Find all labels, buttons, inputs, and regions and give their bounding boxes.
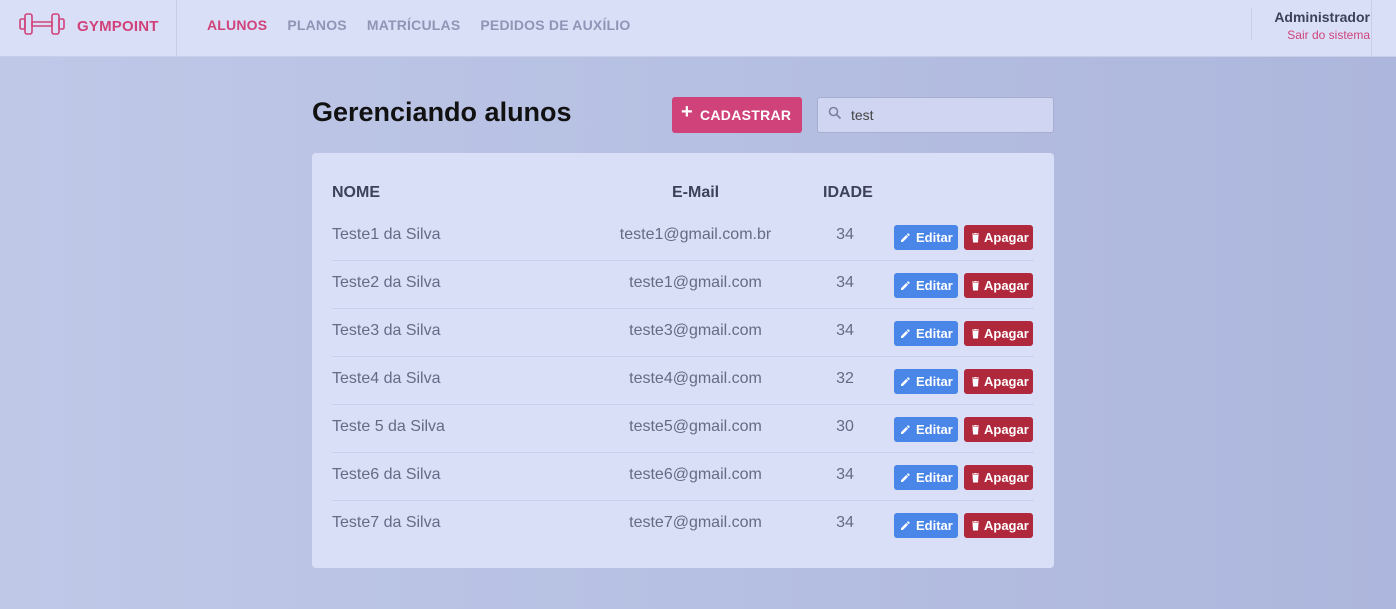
student-age: 32 <box>836 370 854 387</box>
student-email: teste6@gmail.com <box>629 466 762 483</box>
student-age: 34 <box>836 226 854 243</box>
edit-button[interactable]: Editar <box>894 417 958 442</box>
edit-button-label: Editar <box>916 470 953 485</box>
nav-item-planos[interactable]: PLANOS <box>287 17 347 33</box>
student-name: Teste6 da Silva <box>332 466 441 483</box>
header-divider <box>176 0 177 57</box>
pencil-icon <box>900 424 916 435</box>
student-email: teste1@gmail.com.br <box>619 226 772 243</box>
delete-button[interactable]: Apagar <box>964 225 1033 250</box>
student-name: Teste2 da Silva <box>332 274 441 291</box>
table-row: Teste7 da Silva teste7@gmail.com 34 Editar A… <box>332 501 1034 549</box>
column-header-name: NOME <box>332 184 380 201</box>
student-name: Teste4 da Silva <box>332 370 441 387</box>
table-row: Teste6 da Silva teste6@gmail.com 34 Editar A… <box>332 453 1034 501</box>
pencil-icon <box>900 376 916 387</box>
edit-button[interactable]: Editar <box>894 321 958 346</box>
delete-button[interactable]: Apagar <box>964 465 1033 490</box>
student-age: 34 <box>836 322 854 339</box>
nav-item-pedidos-auxilio[interactable]: PEDIDOS DE AUXÍLIO <box>480 17 630 33</box>
table-row: Teste 5 da Silva teste5@gmail.com 30 Editar… <box>332 405 1034 453</box>
delete-button-label: Apagar <box>984 230 1029 245</box>
trash-icon <box>970 280 984 291</box>
user-box: Administrador Sair do sistema <box>1252 9 1370 42</box>
trash-icon <box>970 232 984 243</box>
trash-icon <box>970 376 984 387</box>
top-header: GYMPOINT ALUNOS PLANOS MATRÍCULAS PEDIDO… <box>0 0 1396 57</box>
student-age: 34 <box>836 466 854 483</box>
table-row: Teste4 da Silva teste4@gmail.com 32 Editar A… <box>332 357 1034 405</box>
page-title: Gerenciando alunos <box>312 97 572 127</box>
add-student-button[interactable]: + CADASTRAR <box>672 97 802 133</box>
edit-button-label: Editar <box>916 518 953 533</box>
edit-button[interactable]: Editar <box>894 369 958 394</box>
delete-button[interactable]: Apagar <box>964 417 1033 442</box>
student-name: Teste7 da Silva <box>332 514 441 531</box>
edit-button-label: Editar <box>916 374 953 389</box>
trash-icon <box>970 520 984 531</box>
edit-button-label: Editar <box>916 230 953 245</box>
add-button-label: CADASTRAR <box>699 107 792 123</box>
delete-button-label: Apagar <box>984 374 1029 389</box>
table-row: Teste2 da Silva teste1@gmail.com 34 Editar A… <box>332 261 1034 309</box>
pencil-icon <box>900 280 916 291</box>
student-name: Teste3 da Silva <box>332 322 441 339</box>
header-right-divider <box>1371 0 1372 57</box>
pencil-icon <box>900 472 916 483</box>
delete-button-label: Apagar <box>984 326 1029 341</box>
student-email: teste4@gmail.com <box>629 370 762 387</box>
column-header-age: IDADE <box>823 184 873 201</box>
plus-icon: + <box>681 101 693 123</box>
table-row: Teste3 da Silva teste3@gmail.com 34 Editar A… <box>332 309 1034 357</box>
delete-button[interactable]: Apagar <box>964 513 1033 538</box>
student-name: Teste 5 da Silva <box>332 418 445 435</box>
pencil-icon <box>900 520 916 531</box>
nav-item-alunos[interactable]: ALUNOS <box>207 17 267 33</box>
nav-item-matriculas[interactable]: MATRÍCULAS <box>367 17 461 33</box>
delete-button[interactable]: Apagar <box>964 273 1033 298</box>
delete-button-label: Apagar <box>984 518 1029 533</box>
search-box[interactable] <box>817 97 1054 133</box>
dumbbell-icon <box>18 11 66 42</box>
delete-button[interactable]: Apagar <box>964 369 1033 394</box>
delete-button-label: Apagar <box>984 422 1029 437</box>
search-input[interactable] <box>851 107 1041 123</box>
brand-name: GYMPOINT <box>77 17 159 35</box>
main-nav: ALUNOS PLANOS MATRÍCULAS PEDIDOS DE AUXÍ… <box>207 17 650 33</box>
brand-logo[interactable]: GYMPOINT <box>18 12 159 40</box>
edit-button[interactable]: Editar <box>894 225 958 250</box>
pencil-icon <box>900 232 916 243</box>
student-email: teste5@gmail.com <box>629 418 762 435</box>
edit-button-label: Editar <box>916 422 953 437</box>
column-header-email: E-Mail <box>672 184 720 201</box>
edit-button-label: Editar <box>916 278 953 293</box>
student-age: 34 <box>836 274 854 291</box>
edit-button[interactable]: Editar <box>894 273 958 298</box>
pencil-icon <box>900 328 916 339</box>
delete-button-label: Apagar <box>984 470 1029 485</box>
delete-button-label: Apagar <box>984 278 1029 293</box>
trash-icon <box>970 472 984 483</box>
trash-icon <box>970 328 984 339</box>
student-age: 34 <box>836 514 854 531</box>
student-email: teste7@gmail.com <box>629 514 762 531</box>
table-row: Teste1 da Silva teste1@gmail.com.br 34 Edit… <box>332 213 1034 261</box>
trash-icon <box>970 424 984 435</box>
student-email: teste3@gmail.com <box>629 322 762 339</box>
logout-link[interactable]: Sair do sistema <box>1252 28 1370 42</box>
edit-button-label: Editar <box>916 326 953 341</box>
edit-button[interactable]: Editar <box>894 465 958 490</box>
student-name: Teste1 da Silva <box>332 226 441 243</box>
student-age: 30 <box>836 418 854 435</box>
students-table: NOME E-Mail IDADE Teste1 da Silva teste1@… <box>312 153 1054 568</box>
edit-button[interactable]: Editar <box>894 513 958 538</box>
student-email: teste1@gmail.com <box>629 274 762 291</box>
delete-button[interactable]: Apagar <box>964 321 1033 346</box>
search-icon <box>828 106 842 125</box>
user-name: Administrador <box>1274 9 1370 25</box>
